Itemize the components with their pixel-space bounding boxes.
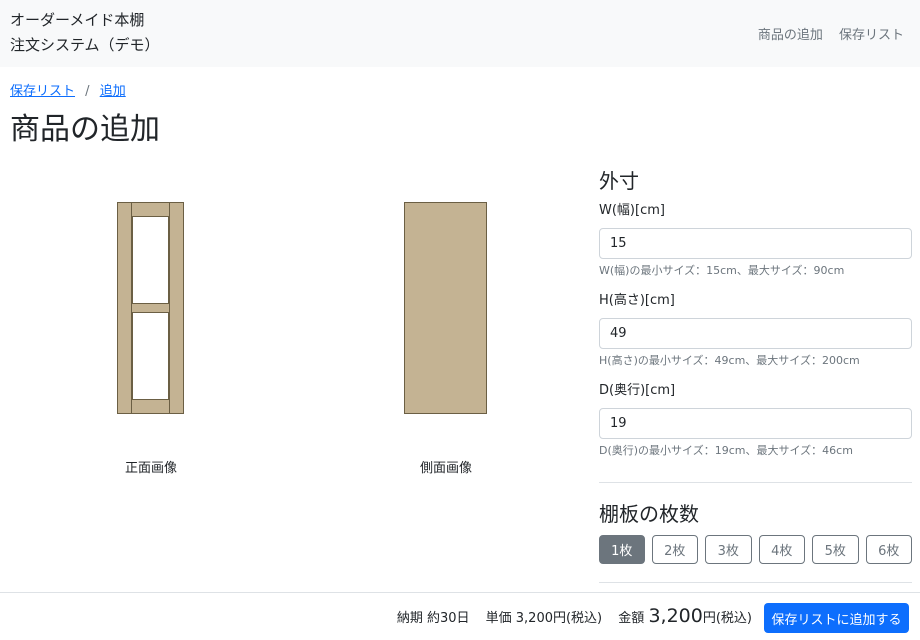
height-label: H(高さ)[cm] (599, 293, 675, 308)
front-opening-lower (132, 312, 169, 400)
front-right-board (169, 203, 170, 413)
front-view-image (117, 202, 184, 414)
delivery-time: 納期 約30日 (396, 611, 470, 626)
amount-value: 3,200 (648, 605, 703, 627)
breadcrumb-separator: / (85, 84, 90, 99)
width-input[interactable] (599, 228, 912, 259)
width-help: W(幅)の最小サイズ：15cm、最大サイズ：90cm (599, 264, 845, 277)
depth-help: D(奥行)の最小サイズ：19cm、最大サイズ：46cm (599, 444, 853, 457)
brand-line-2: 注文システム（デモ） (10, 36, 160, 54)
shelf-option-3[interactable]: 3枚 (705, 535, 752, 564)
shelf-option-2[interactable]: 2枚 (651, 535, 699, 564)
unit-price: 単価 3,200円(税込) (485, 611, 603, 626)
order-footer: 納期 約30日 単価 3,200円(税込) 金額 3,200円(税込) 保存リス… (0, 592, 920, 640)
breadcrumb: 保存リスト / 追加 (10, 80, 126, 99)
nav-link-saved-list[interactable]: 保存リスト (839, 28, 904, 43)
depth-label: D(奥行)[cm] (599, 383, 676, 398)
navbar: オーダーメイド本棚 注文システム（デモ） 商品の追加 保存リスト (0, 0, 920, 67)
shelf-count-group: 1枚 2枚 3枚 4枚 5枚 6枚 (599, 535, 913, 564)
side-image-caption: 側面画像 (419, 461, 472, 476)
shelf-option-1[interactable]: 1枚 (599, 535, 645, 564)
page-title: 商品の追加 (10, 112, 160, 147)
amount-suffix: 円(税込) (702, 611, 752, 626)
product-form: 外寸 W(幅)[cm] W(幅)の最小サイズ：15cm、最大サイズ：90cm H… (599, 168, 913, 583)
front-opening-upper (132, 216, 169, 304)
order-summary: 納期 約30日 単価 3,200円(税込) 金額 3,200円(税込) (397, 604, 752, 631)
breadcrumb-saved-list[interactable]: 保存リスト (10, 84, 75, 99)
shelves-title: 棚板の枚数 (599, 502, 699, 526)
brand-line-1: オーダーメイド本棚 (10, 11, 145, 29)
dimensions-title: 外寸 (599, 169, 639, 193)
shelf-option-4[interactable]: 4枚 (758, 535, 806, 564)
divider (599, 582, 912, 583)
shelf-option-5[interactable]: 5枚 (812, 535, 859, 564)
side-view-image (404, 202, 487, 414)
nav-link-add-product[interactable]: 商品の追加 (758, 28, 823, 43)
breadcrumb-add[interactable]: 追加 (100, 84, 126, 99)
depth-input[interactable] (599, 408, 912, 439)
width-label: W(幅)[cm] (599, 203, 665, 218)
amount-label: 金額 (618, 611, 645, 626)
add-to-saved-list-button[interactable]: 保存リストに追加する (764, 603, 909, 633)
nav-links: 商品の追加 保存リスト (746, 24, 904, 43)
brand[interactable]: オーダーメイド本棚 注文システム（デモ） (10, 8, 160, 58)
height-input[interactable] (599, 318, 912, 349)
front-left-board (131, 203, 132, 413)
divider (599, 482, 912, 483)
height-help: H(高さ)の最小サイズ：49cm、最大サイズ：200cm (599, 354, 860, 367)
front-image-caption: 正面画像 (124, 461, 177, 476)
shelf-option-6[interactable]: 6枚 (865, 535, 913, 564)
